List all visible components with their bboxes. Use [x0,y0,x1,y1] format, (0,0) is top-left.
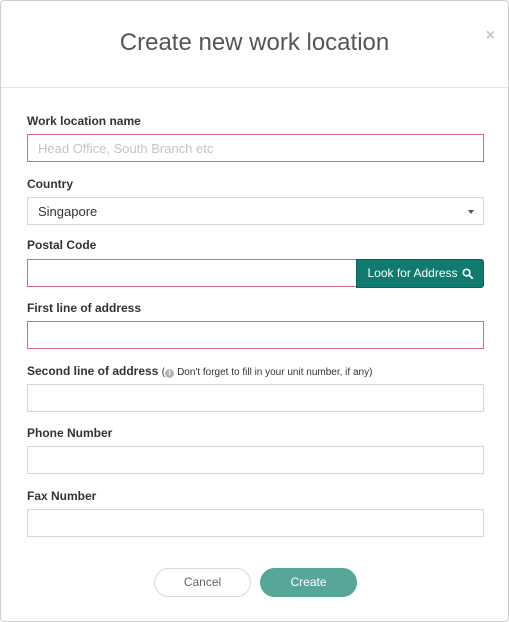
phone-number-input[interactable] [27,446,484,474]
search-icon [461,268,473,279]
look-for-address-label: Look for Address [367,266,458,280]
address-line-1-input[interactable] [27,321,484,349]
country-label: Country [27,177,73,191]
address-line-2-label-text: Second line of address [27,364,159,378]
fax-number-input[interactable] [27,509,484,537]
dialog-title: Create new work location [119,29,390,56]
info-icon: i [165,369,175,378]
look-for-address-button[interactable]: Look for Address [356,259,484,288]
work-location-name-input[interactable] [27,134,484,162]
close-icon[interactable]: × [486,27,495,45]
dialog-header: Create new work location × [1,1,508,88]
cancel-button[interactable]: Cancel [154,568,251,597]
address-line-1-label: First line of address [27,301,142,315]
address-line-2-label: Second line of address (i Don't forget to… [27,364,372,378]
hint-text: Don't forget to fill in your unit number… [177,367,373,378]
fax-number-label: Fax Number [27,489,97,503]
create-button[interactable]: Create [260,568,357,597]
work-location-name-label: Work location name [27,114,141,128]
country-selected-value: Singapore [38,204,98,219]
address-line-2-input[interactable] [27,384,484,412]
chevron-down-icon [468,210,474,214]
postal-code-label: Postal Code [27,238,97,252]
address-line-2-hint: (i Don't forget to fill in your unit numb… [162,367,373,378]
country-select[interactable]: Singapore [27,197,484,225]
postal-code-input[interactable] [27,259,357,287]
create-work-location-dialog: Create new work location × Work location… [0,0,509,622]
phone-number-label: Phone Number [27,426,113,440]
